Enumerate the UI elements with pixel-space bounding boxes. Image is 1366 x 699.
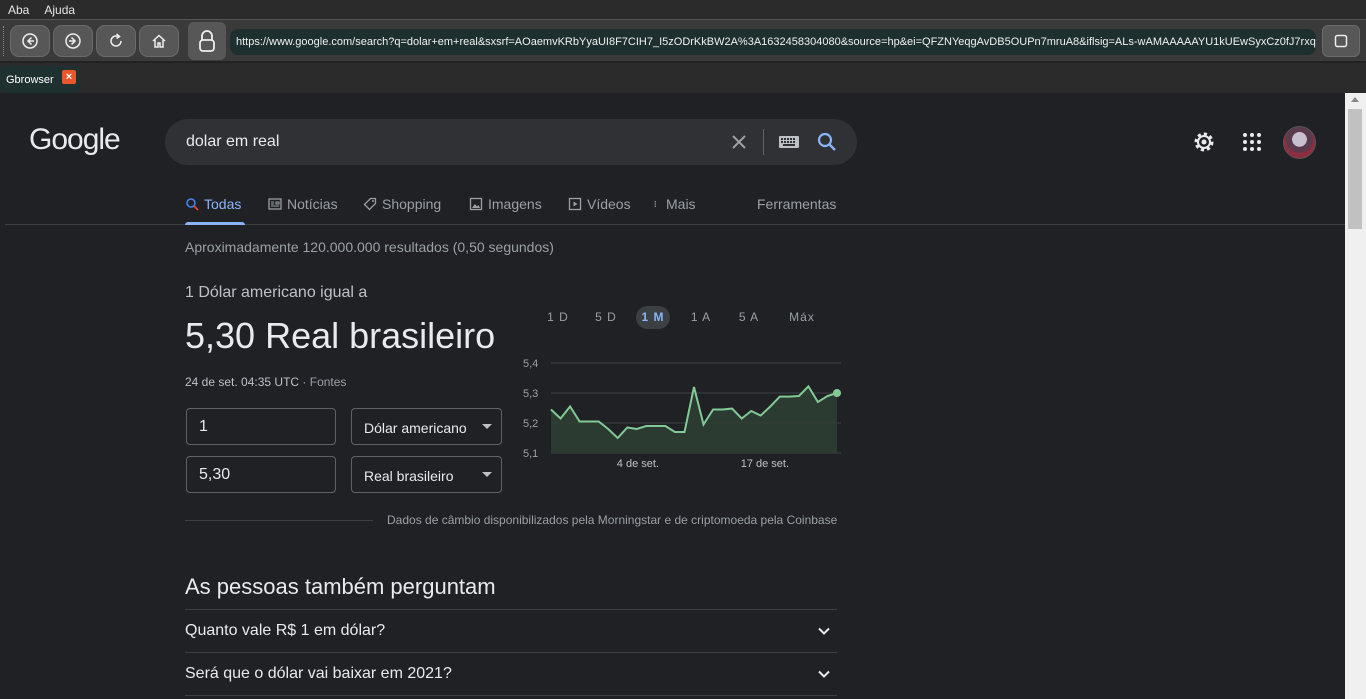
scrollbar-thumb[interactable]	[1348, 109, 1362, 229]
tab-title: Gbrowser	[6, 73, 54, 86]
tag-icon	[363, 197, 377, 211]
exchange-rate-chart[interactable]: 5,4 5,3 5,2 5,1 4 de set. 17 de set.	[511, 355, 841, 475]
keyboard-icon[interactable]	[777, 133, 801, 151]
clear-icon[interactable]	[729, 132, 749, 152]
paa-question-text: Quanto vale R$ 1 em dólar?	[185, 622, 386, 639]
tab-mais[interactable]: Mais	[653, 195, 696, 213]
tab-shopping[interactable]: Shopping	[363, 195, 441, 213]
vertical-scrollbar[interactable]	[1345, 93, 1366, 699]
paa-title: As pessoas também perguntam	[185, 574, 496, 599]
tab-label: Mais	[666, 196, 696, 212]
tab-videos[interactable]: Vídeos	[568, 195, 631, 213]
search-tabs: Todas Notícias Shopping Imagens Vídeos M…	[5, 187, 1345, 225]
square-icon	[1334, 34, 1348, 48]
forward-icon	[65, 33, 81, 49]
tab-label: Ferramentas	[757, 196, 837, 212]
disclaimer-divider	[185, 520, 373, 521]
tab-label: Notícias	[287, 196, 338, 212]
site-security-button[interactable]	[188, 22, 226, 60]
search-input[interactable]: dolar em real	[186, 133, 279, 151]
converter-datetime: 24 de set. 04:35 UTC · Fontes	[185, 375, 346, 389]
tab-label: Shopping	[382, 196, 442, 212]
lock-icon	[199, 30, 215, 52]
tab-strip: Gbrowser ×	[0, 63, 1366, 93]
home-button[interactable]	[139, 25, 179, 57]
search-divider	[763, 129, 764, 155]
search-icon[interactable]	[815, 130, 839, 154]
converter-equal-label: 1 Dólar americano igual a	[185, 284, 368, 301]
chart-ytick-label: 5,2	[523, 418, 538, 430]
converter-result: 5,30 Real brasileiro	[185, 315, 496, 356]
chart-last-point	[833, 389, 841, 397]
tab-noticias[interactable]: Notícias	[268, 195, 338, 213]
tab-label: Vídeos	[587, 196, 631, 212]
paa-question-text: Será que o dólar vai baixar em 2021?	[185, 665, 452, 682]
news-icon	[268, 198, 282, 210]
address-bar[interactable]: https://www.google.com/search?q=dolar+em…	[230, 29, 1316, 55]
datetime-separator: ·	[299, 375, 310, 389]
period-5d[interactable]: 5 D	[587, 306, 625, 329]
window-button[interactable]	[1322, 25, 1360, 57]
search-icon	[186, 198, 199, 211]
chevron-down-icon	[818, 670, 830, 678]
paa-question[interactable]: Quanto vale R$ 1 em dólar?	[185, 609, 837, 652]
back-icon	[22, 33, 38, 49]
menu-aba[interactable]: Aba	[0, 3, 36, 17]
forward-button[interactable]	[53, 25, 93, 57]
menu-ajuda[interactable]: Ajuda	[36, 3, 82, 17]
back-button[interactable]	[10, 25, 50, 57]
search-box[interactable]: dolar em real	[165, 119, 857, 165]
video-icon	[568, 197, 582, 211]
dropdown-caret-icon	[482, 472, 492, 477]
chart-ytick-label: 5,3	[523, 388, 538, 400]
menubar: Aba Ajuda	[0, 0, 1366, 19]
browser-toolbar: https://www.google.com/search?q=dolar+em…	[0, 19, 1366, 62]
dropdown-caret-icon	[482, 424, 492, 429]
chart-xtick-label: 17 de set.	[741, 458, 789, 470]
tab-label: Imagens	[488, 196, 542, 212]
apps-grid-icon[interactable]	[1241, 131, 1263, 153]
select-value: Real brasileiro	[364, 468, 454, 484]
reload-button[interactable]	[96, 25, 136, 57]
more-vert-icon	[654, 200, 657, 208]
period-1a[interactable]: 1 A	[683, 306, 719, 329]
account-avatar[interactable]	[1283, 126, 1316, 159]
home-icon	[152, 34, 166, 48]
datetime-text: 24 de set. 04:35 UTC	[185, 375, 300, 389]
period-5a[interactable]: 5 A	[730, 306, 768, 329]
to-amount-input[interactable]: 5,30	[186, 456, 336, 493]
page-content: Google dolar em real Todas Notícias Shop…	[5, 93, 1345, 699]
active-tab-indicator	[185, 222, 245, 225]
reload-icon	[110, 33, 122, 47]
chevron-down-icon	[818, 627, 830, 635]
tab-imagens[interactable]: Imagens	[469, 195, 542, 213]
result-stats: Aproximadamente 120.000.000 resultados (…	[185, 239, 554, 255]
tab-ferramentas[interactable]: Ferramentas	[757, 195, 836, 213]
sources-link[interactable]: Fontes	[310, 375, 347, 389]
tab-close-icon[interactable]: ×	[62, 70, 76, 84]
period-1m[interactable]: 1 M	[636, 306, 670, 329]
period-1d[interactable]: 1 D	[540, 306, 576, 329]
chart-ytick-label: 5,4	[523, 358, 538, 370]
image-icon	[469, 197, 483, 211]
tab-label: Todas	[204, 196, 242, 212]
chart-period-selector: 1 D 5 D 1 M 1 A 5 A Máx	[540, 306, 840, 330]
chart-xtick-label: 4 de set.	[617, 458, 659, 470]
tab-todas[interactable]: Todas	[185, 195, 241, 213]
paa-bottom-divider	[185, 695, 837, 696]
to-currency-select[interactable]: Real brasileiro	[351, 456, 502, 493]
from-amount-input[interactable]: 1	[186, 408, 336, 445]
select-value: Dólar americano	[364, 420, 467, 436]
google-logo[interactable]: Google	[29, 123, 121, 157]
from-currency-select[interactable]: Dólar americano	[351, 408, 502, 445]
toolbar-grip[interactable]	[3, 26, 6, 56]
period-max[interactable]: Máx	[780, 306, 824, 329]
settings-gear-icon[interactable]	[1191, 129, 1217, 155]
data-disclaimer: Dados de câmbio disponibilizados pela Mo…	[387, 513, 838, 527]
browser-tab[interactable]: Gbrowser ×	[0, 66, 80, 93]
chart-ytick-label: 5,1	[523, 448, 538, 460]
scroll-up-arrow-icon[interactable]	[1351, 97, 1359, 102]
paa-question[interactable]: Será que o dólar vai baixar em 2021?	[185, 652, 837, 695]
